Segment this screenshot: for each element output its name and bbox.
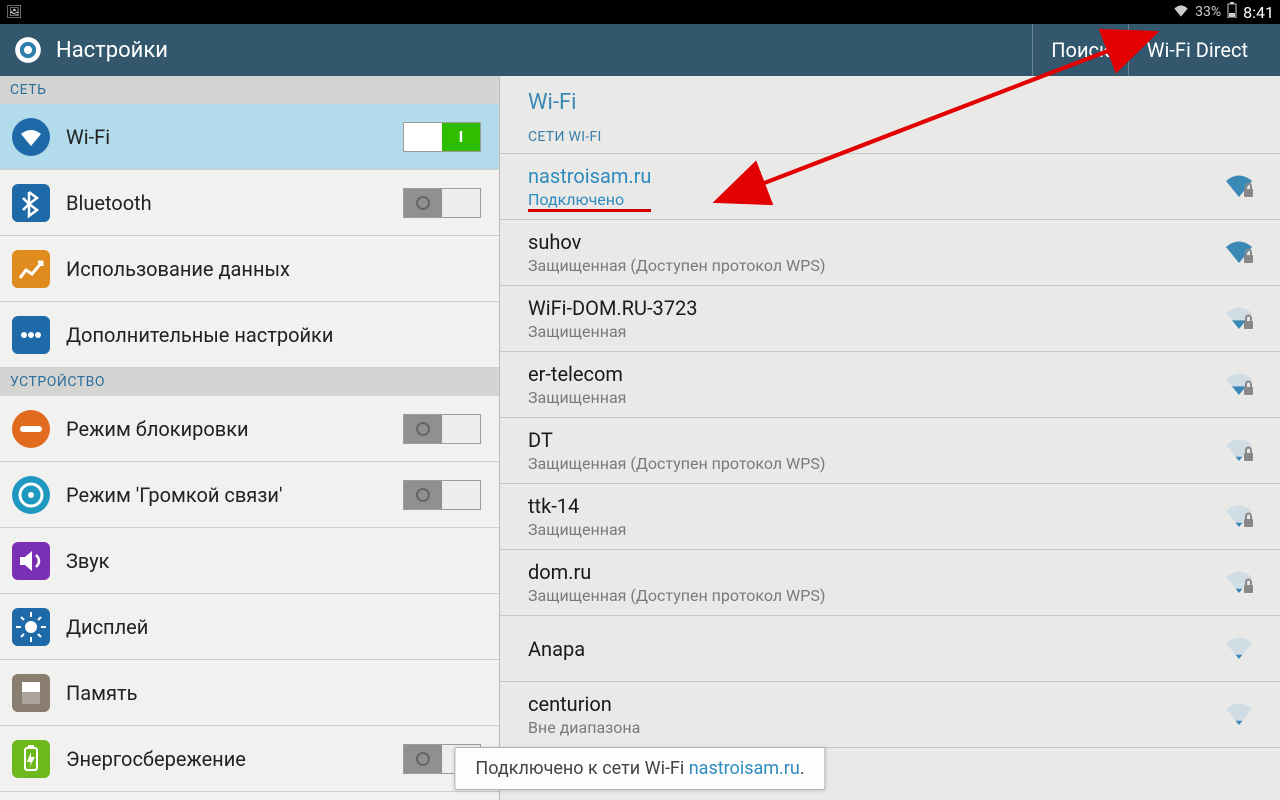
toast-link[interactable]: nastroisam.ru <box>689 758 800 779</box>
network-ssid: ttk-14 <box>528 494 626 518</box>
battery-percent: 33% <box>1195 4 1221 20</box>
display-icon <box>12 608 50 646</box>
storage-icon <box>12 674 50 712</box>
toggle-block[interactable] <box>403 414 481 444</box>
wifi-direct-button[interactable]: Wi-Fi Direct <box>1128 24 1266 76</box>
more-icon <box>12 316 50 354</box>
sidebar-item-sound[interactable]: Звук <box>0 528 499 594</box>
action-bar: Настройки Поиск Wi-Fi Direct <box>0 24 1280 76</box>
wifi-signal-icon <box>1224 569 1252 597</box>
network-ssid: dom.ru <box>528 560 825 584</box>
wifi-icon <box>12 118 50 156</box>
sound-icon <box>12 542 50 580</box>
wifi-signal-icon <box>1224 437 1252 465</box>
sidebar-item-label: Bluetooth <box>66 191 152 215</box>
power-icon <box>12 740 50 778</box>
sidebar-item-label: Память <box>66 681 137 705</box>
network-ssid: WiFi-DOM.RU-3723 <box>528 296 697 320</box>
bluetooth-icon <box>12 184 50 222</box>
network-item[interactable]: DT Защищенная (Доступен протокол WPS) <box>500 418 1280 484</box>
sidebar-item-label: Использование данных <box>66 257 290 281</box>
wifi-signal-icon <box>1224 305 1252 333</box>
sidebar-item-drive[interactable]: Режим 'Громкой связи' <box>0 462 499 528</box>
network-item[interactable]: nastroisam.ru Подключено <box>500 154 1280 220</box>
network-status: Защищенная (Доступен протокол WPS) <box>528 256 825 275</box>
wifi-status-icon <box>1173 3 1189 21</box>
screenshot-icon: 🖼 <box>6 5 23 20</box>
wifi-signal-icon <box>1224 371 1252 399</box>
network-item[interactable]: er-telecom Защищенная <box>500 352 1280 418</box>
network-item[interactable]: centurion Вне диапазона <box>500 682 1280 748</box>
wifi-panel: Wi-Fi СЕТИ WI-FI nastroisam.ru Подключен… <box>500 76 1280 800</box>
network-status: Подключено <box>528 190 651 209</box>
network-ssid: centurion <box>528 692 640 716</box>
network-status: Защищенная <box>528 322 697 341</box>
toggle-drive[interactable] <box>403 480 481 510</box>
settings-gear-icon <box>14 36 42 64</box>
sidebar-item-block[interactable]: Режим блокировки <box>0 396 499 462</box>
toast: Подключено к сети Wi-Fi nastroisam.ru. <box>454 747 825 790</box>
network-status: Защищенная <box>528 388 626 407</box>
network-item[interactable]: dom.ru Защищенная (Доступен протокол WPS… <box>500 550 1280 616</box>
panel-title: Wi-Fi <box>500 76 1280 121</box>
sidebar-item-label: Энергосбережение <box>66 747 246 771</box>
sidebar-section-header: СЕТЬ <box>0 76 499 104</box>
network-status: Вне диапазона <box>528 718 640 737</box>
sidebar-item-more[interactable]: Дополнительные настройки <box>0 302 499 368</box>
network-list[interactable]: nastroisam.ru Подключено suhov Защищенна… <box>500 154 1280 748</box>
sidebar-item-label: Дисплей <box>66 615 148 639</box>
network-ssid: er-telecom <box>528 362 626 386</box>
network-item[interactable]: suhov Защищенная (Доступен протокол WPS) <box>500 220 1280 286</box>
sidebar-item-label: Звук <box>66 549 109 573</box>
wifi-signal-icon <box>1224 701 1252 729</box>
sidebar-item-power[interactable]: Энергосбережение <box>0 726 499 792</box>
sidebar-item-storage[interactable]: Память <box>0 660 499 726</box>
network-ssid: suhov <box>528 230 825 254</box>
data-icon <box>12 250 50 288</box>
block-icon <box>12 410 50 448</box>
network-ssid: Anapa <box>528 637 585 661</box>
sidebar-item-label: Дополнительные настройки <box>66 323 333 347</box>
sidebar-item-display[interactable]: Дисплей <box>0 594 499 660</box>
toggle-wifi[interactable]: I <box>403 122 481 152</box>
search-button[interactable]: Поиск <box>1032 24 1128 76</box>
network-ssid: DT <box>528 428 825 452</box>
status-bar: 🖼 33% 8:41 <box>0 0 1280 24</box>
wifi-signal-icon <box>1224 173 1252 201</box>
battery-icon <box>1227 2 1237 22</box>
network-status: Защищенная (Доступен протокол WPS) <box>528 586 825 605</box>
drive-icon <box>12 476 50 514</box>
network-item[interactable]: Anapa <box>500 616 1280 682</box>
sidebar-item-bluetooth[interactable]: Bluetooth <box>0 170 499 236</box>
sidebar-item-wifi[interactable]: Wi-Fi I <box>0 104 499 170</box>
sidebar-item-label: Wi-Fi <box>66 125 110 149</box>
network-item[interactable]: WiFi-DOM.RU-3723 Защищенная <box>500 286 1280 352</box>
wifi-signal-icon <box>1224 635 1252 663</box>
networks-header: СЕТИ WI-FI <box>500 121 1280 154</box>
clock: 8:41 <box>1243 3 1274 22</box>
wifi-signal-icon <box>1224 503 1252 531</box>
sidebar-item-label: Режим блокировки <box>66 417 249 441</box>
network-status: Защищенная (Доступен протокол WPS) <box>528 454 825 473</box>
sidebar-section-header: УСТРОЙСТВО <box>0 368 499 396</box>
network-item[interactable]: ttk-14 Защищенная <box>500 484 1280 550</box>
network-ssid: nastroisam.ru <box>528 164 651 188</box>
toggle-bluetooth[interactable] <box>403 188 481 218</box>
sidebar-item-data[interactable]: Использование данных <box>0 236 499 302</box>
wifi-signal-icon <box>1224 239 1252 267</box>
settings-sidebar: СЕТЬ Wi-Fi I Bluetooth Использование данн… <box>0 76 500 800</box>
page-title: Настройки <box>56 38 168 63</box>
sidebar-item-label: Режим 'Громкой связи' <box>66 483 282 507</box>
network-status: Защищенная <box>528 520 626 539</box>
